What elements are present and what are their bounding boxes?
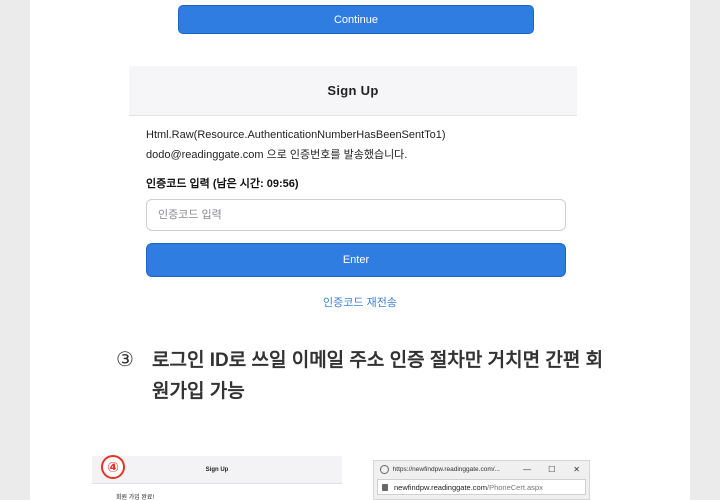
signup-complete-text: 회원 가입 완료!: [116, 495, 155, 500]
resend-code-link[interactable]: 인증코드 재전송: [30, 294, 690, 310]
address-domain: newfindpw.readinggate.com: [394, 482, 487, 492]
maximize-icon[interactable]: ☐: [539, 465, 564, 474]
enter-button[interactable]: Enter: [146, 243, 566, 277]
close-icon[interactable]: ✕: [564, 465, 589, 474]
continue-button[interactable]: Continue: [178, 5, 534, 34]
step3-text: 로그인 ID로 쓰일 이메일 주소 인증 절차만 거치면 간편 회원가입 가능: [152, 350, 604, 402]
address-path: /PhoneCert.aspx: [486, 482, 543, 492]
minimize-icon[interactable]: —: [515, 465, 540, 474]
signup-title: Sign Up: [327, 83, 379, 98]
auth-message-line2: dodo@readinggate.com 으로 인증번호를 발송했습니다.: [146, 149, 408, 161]
step3-number: ③: [116, 349, 134, 371]
auth-message-line1: Html.Raw(Resource.AuthenticationNumberHa…: [146, 129, 446, 141]
browser-titlebar: https://newfindpw.readinggate.com/... — …: [374, 461, 589, 477]
screenshot-signup-header: Sign Up: [92, 456, 342, 484]
browser-window-title: https://newfindpw.readinggate.com/...: [392, 465, 500, 473]
globe-icon: [380, 464, 389, 474]
content-panel: Continue Sign Up Html.Raw(Resource.Authe…: [30, 0, 690, 500]
browser-address-bar[interactable]: newfindpw.readinggate.com/PhoneCert.aspx: [377, 479, 586, 495]
auth-code-input[interactable]: [146, 199, 566, 231]
code-label-with-timer: 인증코드 입력 (남은 시간: 09:56): [146, 178, 299, 190]
lock-icon: [382, 483, 388, 491]
browser-window-screenshot: https://newfindpw.readinggate.com/... — …: [373, 460, 590, 500]
signup-complete-screenshot: Sign Up 회원 가입 완료!: [92, 452, 342, 500]
screenshot-signup-title: Sign Up: [205, 466, 229, 473]
signup-header: Sign Up: [129, 66, 577, 116]
step4-badge: ④: [101, 455, 125, 479]
